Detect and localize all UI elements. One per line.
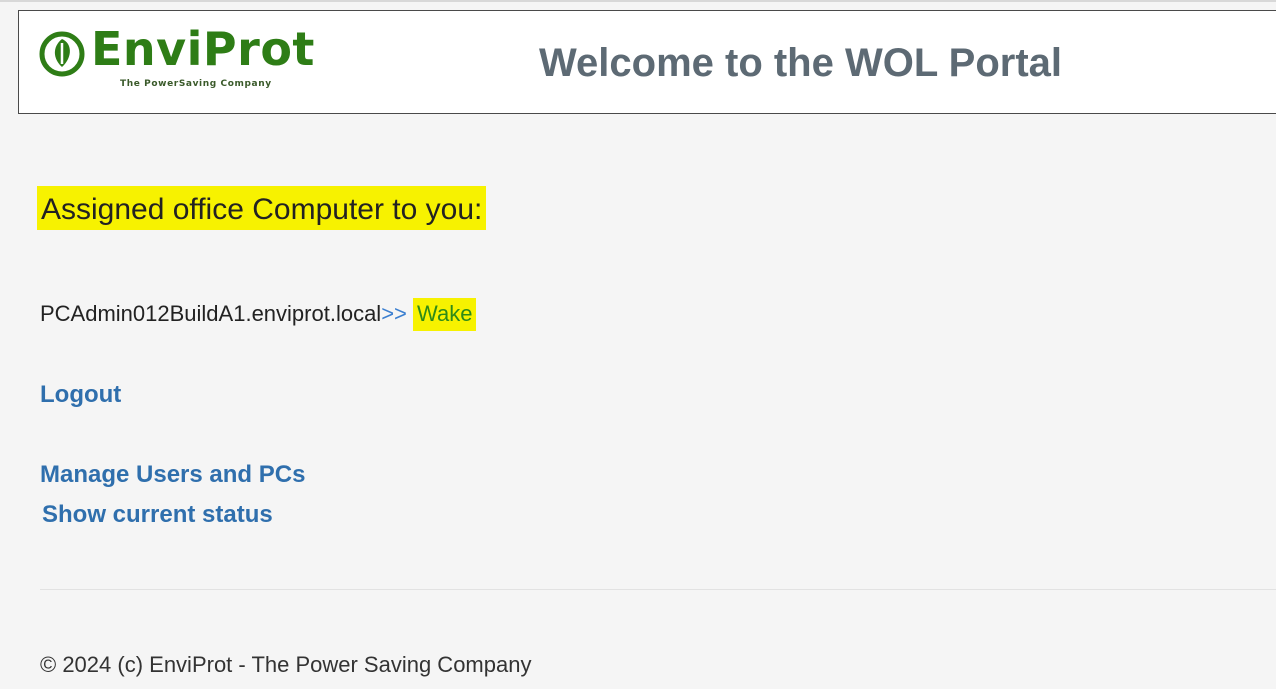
logout-link[interactable]: Logout (40, 380, 121, 410)
show-current-status-link[interactable]: Show current status (42, 500, 273, 530)
page: EnviProt The PowerSaving Company Welcome… (0, 0, 1276, 689)
manage-users-pcs-link[interactable]: Manage Users and PCs (40, 460, 305, 490)
logo[interactable]: EnviProt The PowerSaving Company (39, 22, 349, 97)
assigned-computer-row: PCAdmin012BuildA1.enviprot.local>> Wake (40, 297, 477, 331)
logo-brand-text: EnviProt (91, 22, 315, 76)
power-leaf-icon (39, 31, 85, 77)
page-title: Welcome to the WOL Portal (539, 41, 1063, 85)
footer-copyright: © 2024 (c) EnviProt - The Power Saving C… (40, 652, 532, 677)
footer-divider (40, 589, 1276, 590)
arrows-indicator: >> (381, 301, 407, 326)
header: EnviProt The PowerSaving Company Welcome… (18, 10, 1276, 114)
logo-tagline: The PowerSaving Company (120, 79, 272, 89)
assigned-heading: Assigned office Computer to you: (37, 186, 487, 230)
wake-link[interactable]: Wake (413, 298, 477, 331)
computer-hostname: PCAdmin012BuildA1.enviprot.local (40, 301, 382, 326)
